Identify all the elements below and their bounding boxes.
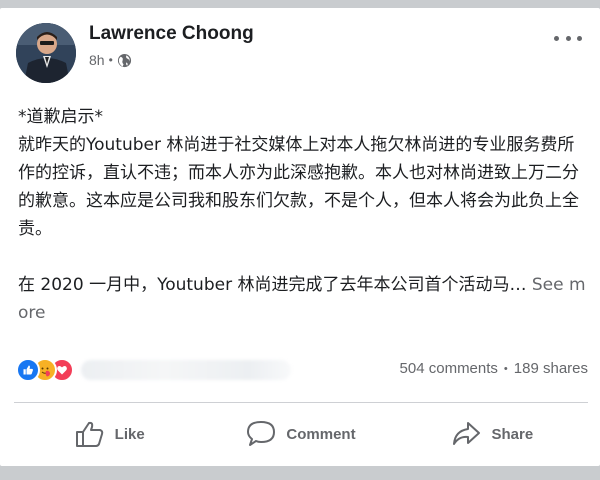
avatar-photo [16, 23, 76, 83]
comments-count[interactable]: 504 comments [400, 360, 498, 377]
like-thumb-icon [75, 421, 103, 447]
post-meta: 8h • [89, 52, 132, 68]
like-button[interactable]: Like [14, 408, 205, 460]
comment-button[interactable]: Comment [205, 408, 396, 460]
post-truncated-paragraph: 在 2020 一月中，Youtuber 林尚进完成了去年本公司首个活动马… Se… [18, 271, 588, 327]
post-heading: *道歉启示* [18, 107, 103, 127]
more-horizontal-icon-dot [577, 35, 582, 41]
more-options-button[interactable] [554, 30, 582, 46]
comment-bubble-icon [247, 421, 276, 446]
meta-separator: • [108, 53, 113, 67]
post-time[interactable]: 8h [89, 52, 105, 68]
share-label: Share [491, 425, 534, 443]
post-card: Lawrence Choong 8h • *道歉启示* 就昨天的Youtuber… [0, 8, 600, 466]
more-horizontal-icon [554, 35, 559, 41]
comment-label: Comment [286, 425, 356, 443]
like-reaction-icon [16, 358, 40, 382]
engagement-counts: 504 comments • 189 shares [400, 360, 588, 377]
blurred-reactor-names [81, 360, 291, 380]
counts-separator: • [503, 362, 508, 375]
share-arrow-icon [453, 422, 481, 445]
divider [14, 402, 588, 403]
action-bar: Like Comment Share [14, 408, 588, 460]
reaction-summary[interactable] [16, 358, 291, 382]
author-name[interactable]: Lawrence Choong [89, 23, 254, 45]
globe-icon[interactable] [117, 53, 132, 68]
post-paragraph: 就昨天的Youtuber 林尚进于社交媒体上对本人拖欠林尚进的专业服务费所作的控… [18, 135, 579, 239]
avatar[interactable] [16, 23, 76, 83]
post-body: *道歉启示* 就昨天的Youtuber 林尚进于社交媒体上对本人拖欠林尚进的专业… [18, 103, 588, 327]
more-horizontal-icon-dot [565, 35, 571, 41]
truncated-text: 在 2020 一月中，Youtuber 林尚进完成了去年本公司首个活动马… [18, 275, 527, 295]
page-bottom-band [0, 466, 600, 480]
share-button[interactable]: Share [397, 408, 588, 460]
like-label: Like [114, 425, 145, 443]
shares-count[interactable]: 189 shares [514, 360, 588, 377]
